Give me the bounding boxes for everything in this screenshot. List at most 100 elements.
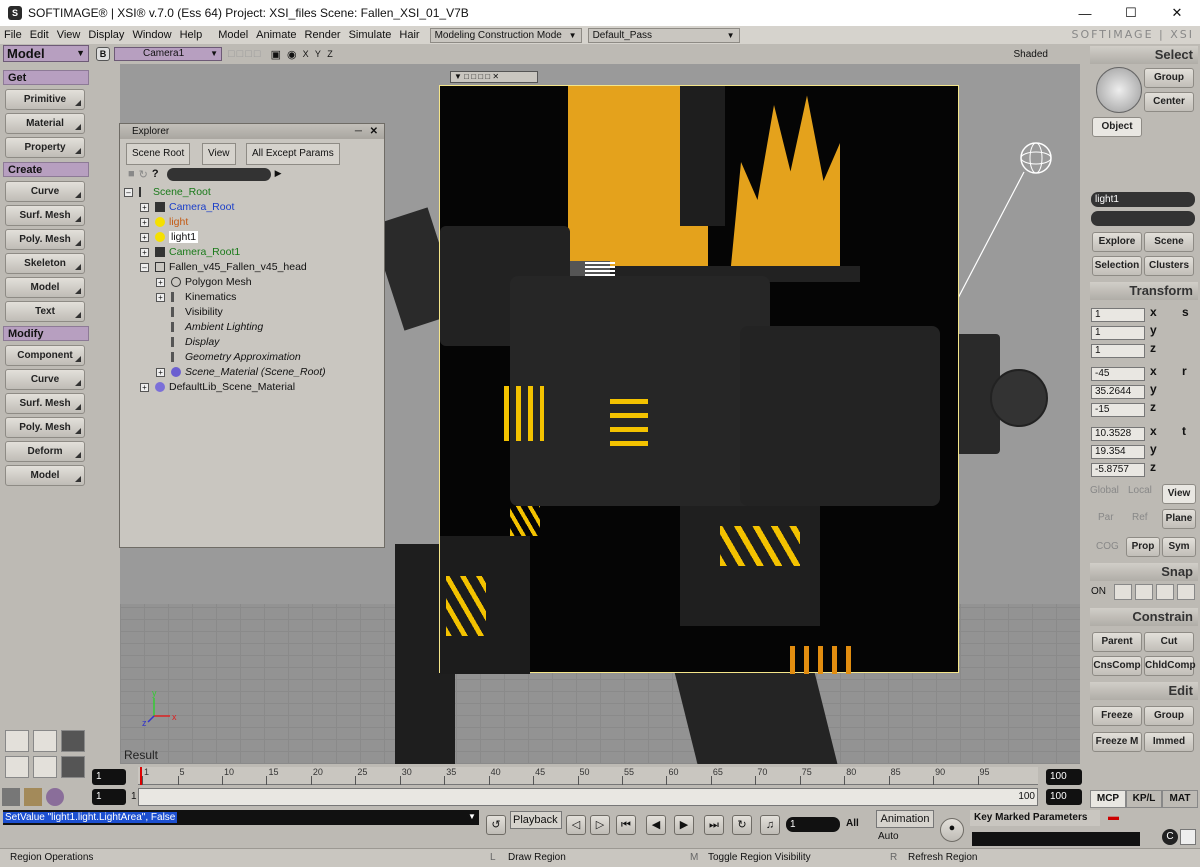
expand-icon[interactable]: + bbox=[156, 277, 165, 287]
tab-mat[interactable]: MAT bbox=[1162, 790, 1198, 808]
freeze-button[interactable]: Freeze bbox=[1092, 706, 1142, 726]
selection-filter-field[interactable] bbox=[1091, 211, 1195, 226]
axis-y-label[interactable]: y bbox=[1150, 442, 1157, 456]
tree-item-camera-root[interactable]: + Camera_Root bbox=[140, 200, 234, 215]
tree-item-visibility[interactable]: Visibility bbox=[171, 305, 223, 320]
menu-simulate[interactable]: Simulate bbox=[345, 29, 396, 41]
command-line[interactable]: SetValue "light1.light.LightArea", False bbox=[3, 810, 479, 825]
create-text-button[interactable]: Text bbox=[5, 301, 85, 322]
close-icon[interactable]: ✕ bbox=[370, 124, 378, 139]
step-forward-icon[interactable]: ▷ bbox=[590, 815, 610, 835]
explorer-title-bar[interactable]: Explorer ─ ✕ bbox=[120, 124, 384, 139]
snap-on-toggle[interactable]: ON bbox=[1091, 586, 1106, 597]
snap-curve-icon[interactable] bbox=[1135, 584, 1153, 600]
expand-icon[interactable]: + bbox=[140, 217, 149, 227]
shading-mode[interactable]: Shaded bbox=[1014, 49, 1048, 60]
pass-combo[interactable]: Default_Pass ▼ bbox=[587, 27, 740, 43]
tree-item-scene-material[interactable]: + Scene_Material (Scene_Root) bbox=[156, 365, 326, 380]
view-button[interactable]: View bbox=[202, 143, 236, 165]
all-toggle[interactable]: All bbox=[846, 818, 859, 829]
expand-icon[interactable]: + bbox=[156, 367, 165, 377]
prev-key-icon[interactable]: ◀ bbox=[646, 815, 666, 835]
filter-button[interactable]: All Except Params bbox=[246, 143, 340, 165]
tree-item-geometry-approx[interactable]: Geometry Approximation bbox=[171, 350, 301, 365]
rotate-z-field[interactable]: -15 bbox=[1091, 403, 1145, 417]
modify-deform-button[interactable]: Deform bbox=[5, 441, 85, 462]
layout-quad-icon[interactable] bbox=[61, 730, 85, 752]
translate-z-field[interactable]: -5.8757 bbox=[1091, 463, 1145, 477]
chldcomp-button[interactable]: ChldComp bbox=[1144, 656, 1196, 676]
axis-x-label[interactable]: x bbox=[1150, 364, 1157, 378]
scale-letter[interactable]: s bbox=[1182, 305, 1189, 319]
marked-params-icon[interactable]: ▬ bbox=[1108, 811, 1119, 823]
axis-y-label[interactable]: y bbox=[1150, 382, 1157, 396]
menu-render[interactable]: Render bbox=[301, 29, 345, 41]
modify-curve-button[interactable]: Curve bbox=[5, 369, 85, 390]
next-key-icon[interactable]: ⏭ bbox=[704, 815, 724, 835]
lock-icon[interactable]: ■ bbox=[128, 168, 135, 182]
playback-menu[interactable]: Playback bbox=[510, 811, 562, 829]
clusters-button[interactable]: Clusters bbox=[1144, 256, 1194, 276]
rotate-letter[interactable]: r bbox=[1182, 364, 1187, 378]
range-end-field[interactable]: 100 bbox=[1046, 789, 1082, 805]
expand-icon[interactable]: + bbox=[140, 247, 149, 257]
loop-icon[interactable]: ↻ bbox=[732, 815, 752, 835]
scene-icon[interactable] bbox=[2, 788, 20, 806]
tree-item-fallen-head[interactable]: – Fallen_v45_Fallen_v45_head bbox=[140, 260, 307, 275]
menu-animate[interactable]: Animate bbox=[252, 29, 300, 41]
menu-display[interactable]: Display bbox=[84, 29, 128, 41]
modify-poly-mesh-button[interactable]: Poly. Mesh bbox=[5, 417, 85, 438]
axis-z-label[interactable]: z bbox=[1150, 400, 1156, 414]
menu-help[interactable]: Help bbox=[176, 29, 207, 41]
layout-split-icon[interactable] bbox=[33, 730, 57, 752]
axis-z-label[interactable]: z bbox=[1150, 460, 1156, 474]
info-icon[interactable] bbox=[1180, 829, 1196, 845]
parent-button[interactable]: Parent bbox=[1092, 632, 1142, 652]
menu-view[interactable]: View bbox=[53, 29, 85, 41]
render-region-toolbar[interactable]: ▼ □ □ □ □ ✕ bbox=[450, 71, 538, 83]
material-button[interactable]: Material bbox=[5, 113, 85, 134]
minimize-icon[interactable]: ─ bbox=[355, 124, 362, 139]
create-surf-mesh-button[interactable]: Surf. Mesh bbox=[5, 205, 85, 226]
axis-x-label[interactable]: x bbox=[1150, 424, 1157, 438]
current-frame-field[interactable]: 1 bbox=[786, 817, 840, 832]
range-slider[interactable]: 1 100 bbox=[131, 788, 1038, 806]
refresh-icon[interactable]: ↻ bbox=[139, 168, 148, 182]
create-skeleton-button[interactable]: Skeleton bbox=[5, 253, 85, 274]
group-select-button[interactable]: Group bbox=[1144, 68, 1194, 88]
tree-item-polygon-mesh[interactable]: + Polygon Mesh bbox=[156, 275, 252, 290]
primitive-button[interactable]: Primitive bbox=[5, 89, 85, 110]
collapse-icon[interactable]: – bbox=[124, 187, 133, 197]
animation-menu[interactable]: Animation bbox=[876, 810, 934, 828]
tree-item-light[interactable]: + light bbox=[140, 215, 188, 230]
script-editor-icon[interactable]: ↺ bbox=[486, 815, 506, 835]
scene-button[interactable]: Scene bbox=[1144, 232, 1194, 252]
scale-x-field[interactable]: 1 bbox=[1091, 308, 1145, 322]
chevron-right-icon[interactable]: ▶ bbox=[275, 168, 282, 182]
tool-icon[interactable] bbox=[24, 788, 42, 806]
module-selector[interactable]: Model ▼ bbox=[3, 45, 89, 62]
axis-z-label[interactable]: z bbox=[1150, 341, 1156, 355]
menu-edit[interactable]: Edit bbox=[26, 29, 53, 41]
expand-icon[interactable]: + bbox=[140, 232, 149, 242]
cut-button[interactable]: Cut bbox=[1144, 632, 1194, 652]
layout-tree-icon[interactable] bbox=[5, 756, 29, 778]
global-toggle[interactable]: Global bbox=[1090, 485, 1119, 496]
auto-key-toggle[interactable]: Auto bbox=[878, 831, 899, 842]
render-region[interactable] bbox=[439, 85, 959, 674]
cnscomp-button[interactable]: CnsComp bbox=[1092, 656, 1142, 676]
create-curve-button[interactable]: Curve bbox=[5, 181, 85, 202]
tree-item-display[interactable]: Display bbox=[171, 335, 219, 350]
menu-model[interactable]: Model bbox=[214, 29, 252, 41]
snap-grid-icon[interactable] bbox=[1177, 584, 1195, 600]
key-marked-parameters[interactable]: Key Marked Parameters bbox=[970, 810, 1100, 826]
tree-item-scene-root[interactable]: – Scene_Root bbox=[124, 185, 211, 200]
tree-item-kinematics[interactable]: + Kinematics bbox=[156, 290, 236, 305]
menu-window[interactable]: Window bbox=[128, 29, 175, 41]
tree-item-light1[interactable]: + light1 bbox=[140, 230, 199, 245]
par-toggle[interactable]: Par bbox=[1098, 512, 1114, 523]
modify-surf-mesh-button[interactable]: Surf. Mesh bbox=[5, 393, 85, 414]
rotate-y-field[interactable]: 35.2644 bbox=[1091, 385, 1145, 399]
camera-icon[interactable]: ▣ bbox=[271, 48, 281, 61]
menu-hair[interactable]: Hair bbox=[395, 29, 423, 41]
